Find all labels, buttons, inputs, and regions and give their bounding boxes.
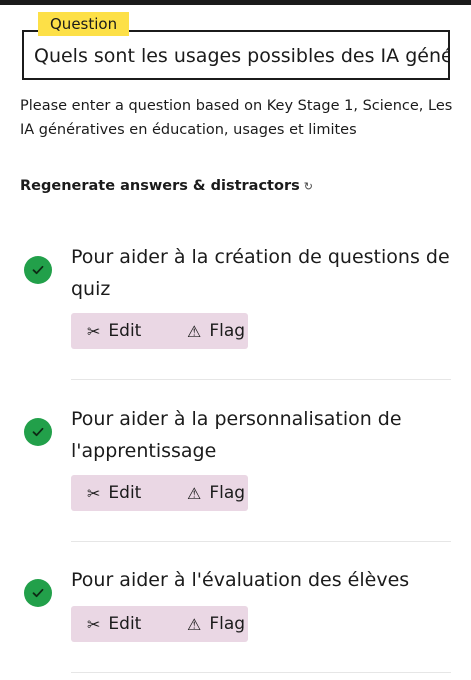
question-field-box[interactable] xyxy=(22,30,450,80)
regenerate-label: Regenerate answers & distractors xyxy=(20,178,300,194)
flag-label: Flag xyxy=(209,321,246,341)
edit-label: Edit xyxy=(108,614,142,634)
check-icon xyxy=(24,579,52,607)
answer-divider xyxy=(71,379,451,380)
top-divider xyxy=(0,0,471,5)
answer-actions: ✂ Edit ⚠ Flag xyxy=(71,313,248,349)
edit-label: Edit xyxy=(108,321,142,341)
scissors-icon: ✂ xyxy=(87,321,101,341)
flag-button[interactable]: ⚠ Flag xyxy=(169,606,245,642)
flag-button[interactable]: ⚠ Flag xyxy=(169,475,245,511)
check-icon xyxy=(24,256,52,284)
answer-divider xyxy=(71,541,451,542)
question-hint: Please enter a question based on Key Sta… xyxy=(20,98,453,138)
edit-button[interactable]: ✂ Edit xyxy=(71,313,169,349)
warning-icon: ⚠ xyxy=(187,483,202,503)
scissors-icon: ✂ xyxy=(87,483,101,503)
answer-text: Pour aider à la création de questions de… xyxy=(71,246,450,300)
warning-icon: ⚠ xyxy=(187,321,202,341)
answer-text: Pour aider à la personnalisation de l'ap… xyxy=(71,408,402,462)
warning-icon: ⚠ xyxy=(187,614,202,634)
flag-label: Flag xyxy=(209,614,246,634)
answer-actions: ✂ Edit ⚠ Flag xyxy=(71,606,248,642)
answer-divider xyxy=(71,672,451,673)
regenerate-button[interactable]: Regenerate answers & distractors ↻ xyxy=(20,178,313,194)
question-label: Question xyxy=(38,12,130,36)
question-input[interactable] xyxy=(34,39,448,73)
check-icon xyxy=(24,418,52,446)
refresh-icon: ↻ xyxy=(303,180,313,193)
edit-label: Edit xyxy=(108,483,142,503)
edit-button[interactable]: ✂ Edit xyxy=(71,606,169,642)
flag-label: Flag xyxy=(209,483,246,503)
scissors-icon: ✂ xyxy=(87,614,101,634)
flag-button[interactable]: ⚠ Flag xyxy=(169,313,245,349)
edit-button[interactable]: ✂ Edit xyxy=(71,475,169,511)
answer-text: Pour aider à l'évaluation des élèves xyxy=(71,569,410,591)
answer-actions: ✂ Edit ⚠ Flag xyxy=(71,475,248,511)
